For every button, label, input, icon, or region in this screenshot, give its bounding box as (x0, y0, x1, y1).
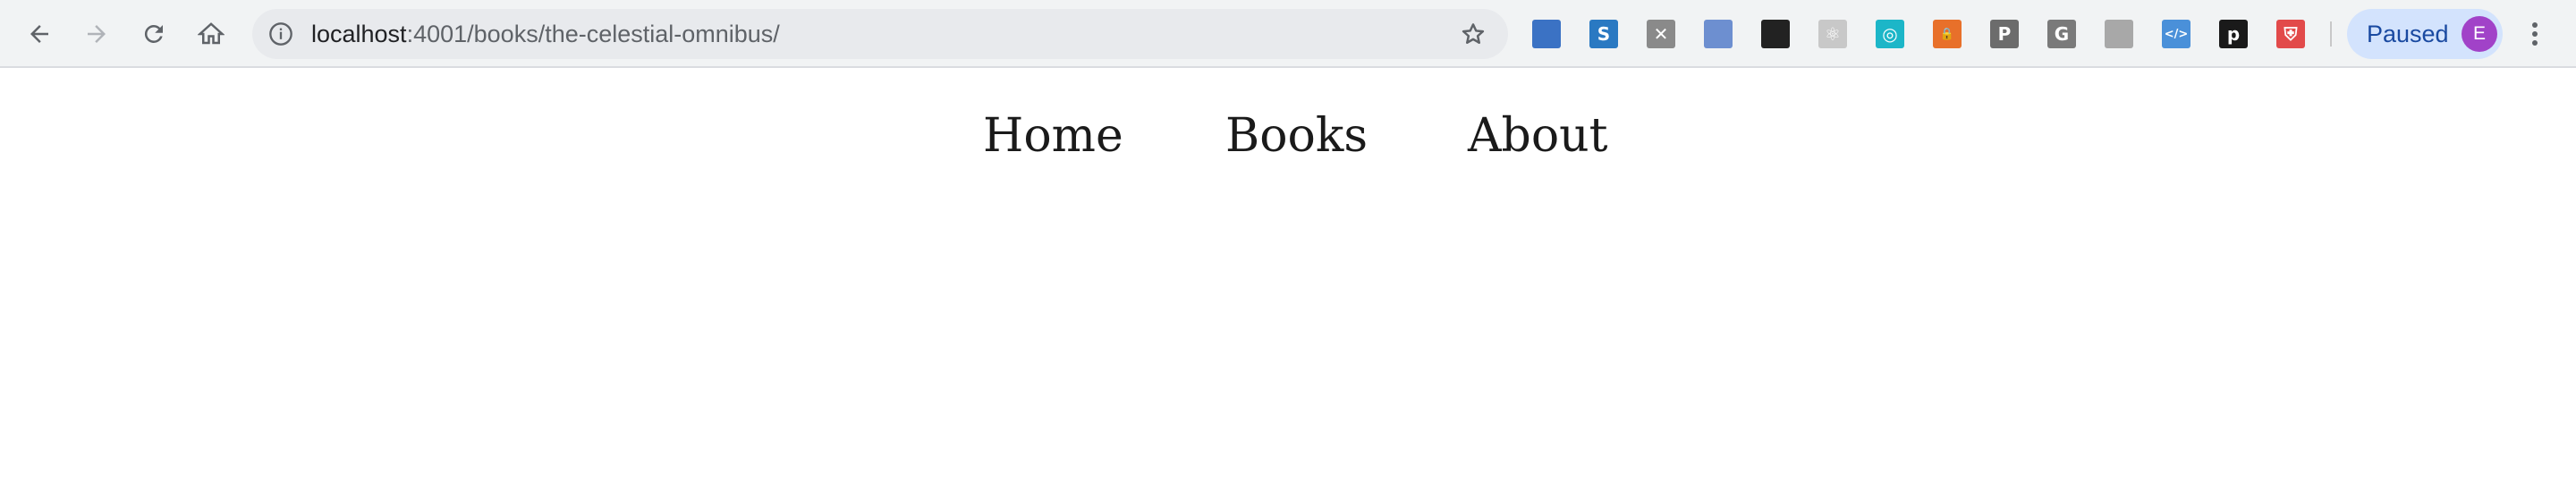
avatar: E (2462, 16, 2497, 52)
browser-toolbar: localhost:4001/books/the-celestial-omnib… (0, 0, 2576, 68)
back-arrow-icon (30, 25, 48, 43)
address-bar[interactable]: localhost:4001/books/the-celestial-omnib… (252, 9, 1508, 59)
home-button[interactable] (193, 16, 229, 52)
shield-extension-icon[interactable]: ⛨ (2276, 20, 2305, 48)
blue-circle-extension-icon[interactable] (1704, 20, 1733, 48)
gray-box-extension-icon[interactable] (2105, 20, 2133, 48)
onepassword-extension-icon[interactable] (1532, 20, 1561, 48)
p-extension-icon[interactable]: P (1990, 20, 2019, 48)
url-text[interactable]: localhost:4001/books/the-celestial-omnib… (311, 20, 780, 48)
url-host: localhost (311, 21, 407, 47)
site-nav: Home Books About (0, 100, 2576, 172)
nav-link-books[interactable]: Books (1225, 100, 1368, 172)
dark-mode-extension-icon[interactable] (1761, 20, 1790, 48)
forward-arrow-icon (88, 25, 106, 43)
code-extension-icon[interactable]: </> (2162, 20, 2190, 48)
nav-link-about[interactable]: About (1468, 100, 1608, 172)
reload-icon (144, 24, 163, 43)
reload-button[interactable] (136, 16, 172, 52)
s-extension-icon[interactable]: S (1589, 20, 1618, 48)
lock-extension-icon[interactable]: 🔒 (1933, 20, 1962, 48)
nav-link-home[interactable]: Home (983, 100, 1123, 172)
pinboard-extension-icon[interactable]: p (2219, 20, 2248, 48)
profile-status-label: Paused (2367, 21, 2449, 47)
back-button[interactable] (21, 16, 57, 52)
forward-button[interactable] (79, 16, 114, 52)
teal-ring-extension-icon[interactable]: ◎ (1876, 20, 1904, 48)
react-devtools-icon[interactable]: ⚛ (1818, 20, 1847, 48)
profile-button[interactable]: Paused E (2347, 9, 2503, 59)
home-icon (198, 22, 225, 45)
blocked-extension-icon[interactable]: ✕ (1647, 20, 1675, 48)
url-path: :4001/books/the-celestial-omnibus/ (406, 21, 780, 47)
bookmark-star-icon[interactable] (1460, 21, 1487, 47)
toolbar-divider (2330, 21, 2332, 47)
browser-menu-icon[interactable] (2526, 20, 2544, 48)
g-extension-icon[interactable]: G (2047, 20, 2076, 48)
site-info-icon[interactable] (268, 21, 293, 47)
